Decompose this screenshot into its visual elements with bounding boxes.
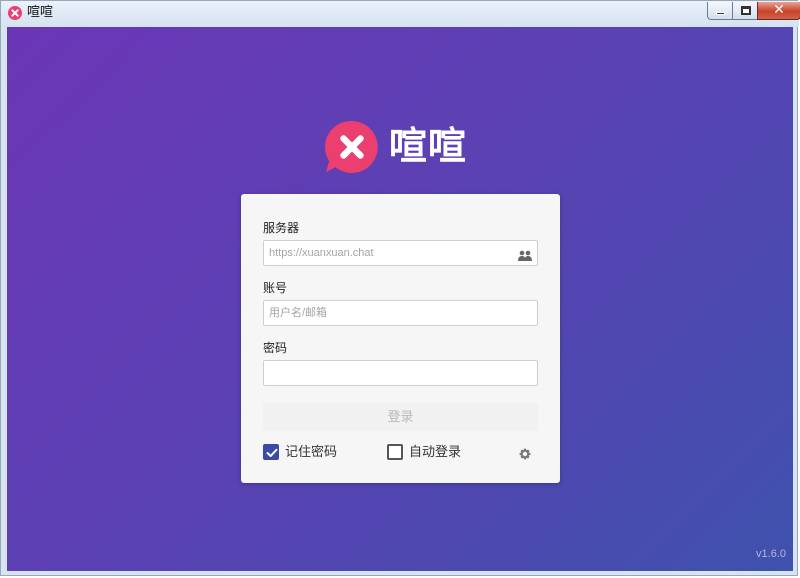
remember-password-label: 记住密码 [285,445,338,460]
password-input[interactable] [263,360,538,386]
version-label: v1.6.0 [756,548,786,560]
account-label: 账号 [263,281,288,295]
minimize-button[interactable] [707,2,733,20]
login-card: 服务器 账号 密码 登录 [241,194,560,483]
maximize-button[interactable] [732,2,758,20]
server-input[interactable] [263,240,538,266]
close-icon: ✕ [773,2,785,18]
password-label: 密码 [263,341,288,355]
auto-login-label: 自动登录 [409,445,462,460]
window-title: 喧喧 [27,5,54,20]
xuanxuan-logo-icon [324,120,379,174]
checkbox-unchecked-icon[interactable] [387,444,403,460]
app-logo-icon [8,6,22,20]
users-icon[interactable] [518,247,532,261]
checkbox-checked-icon[interactable] [263,444,279,460]
account-input[interactable] [263,300,538,326]
brand-name: 喧喧 [389,124,468,168]
login-button[interactable]: 登录 [263,403,538,431]
app-window: 喧喧 ✕ 喧喧 服务器 https://xuanxuan.chat 账号 用户名… [0,0,800,576]
gear-icon[interactable] [518,446,532,460]
title-bar[interactable]: 喧喧 ✕ [1,1,800,27]
login-screen: 喧喧 服务器 账号 密码 登录 [7,27,793,571]
close-button[interactable]: ✕ [757,2,800,20]
server-label: 服务器 [263,221,300,235]
